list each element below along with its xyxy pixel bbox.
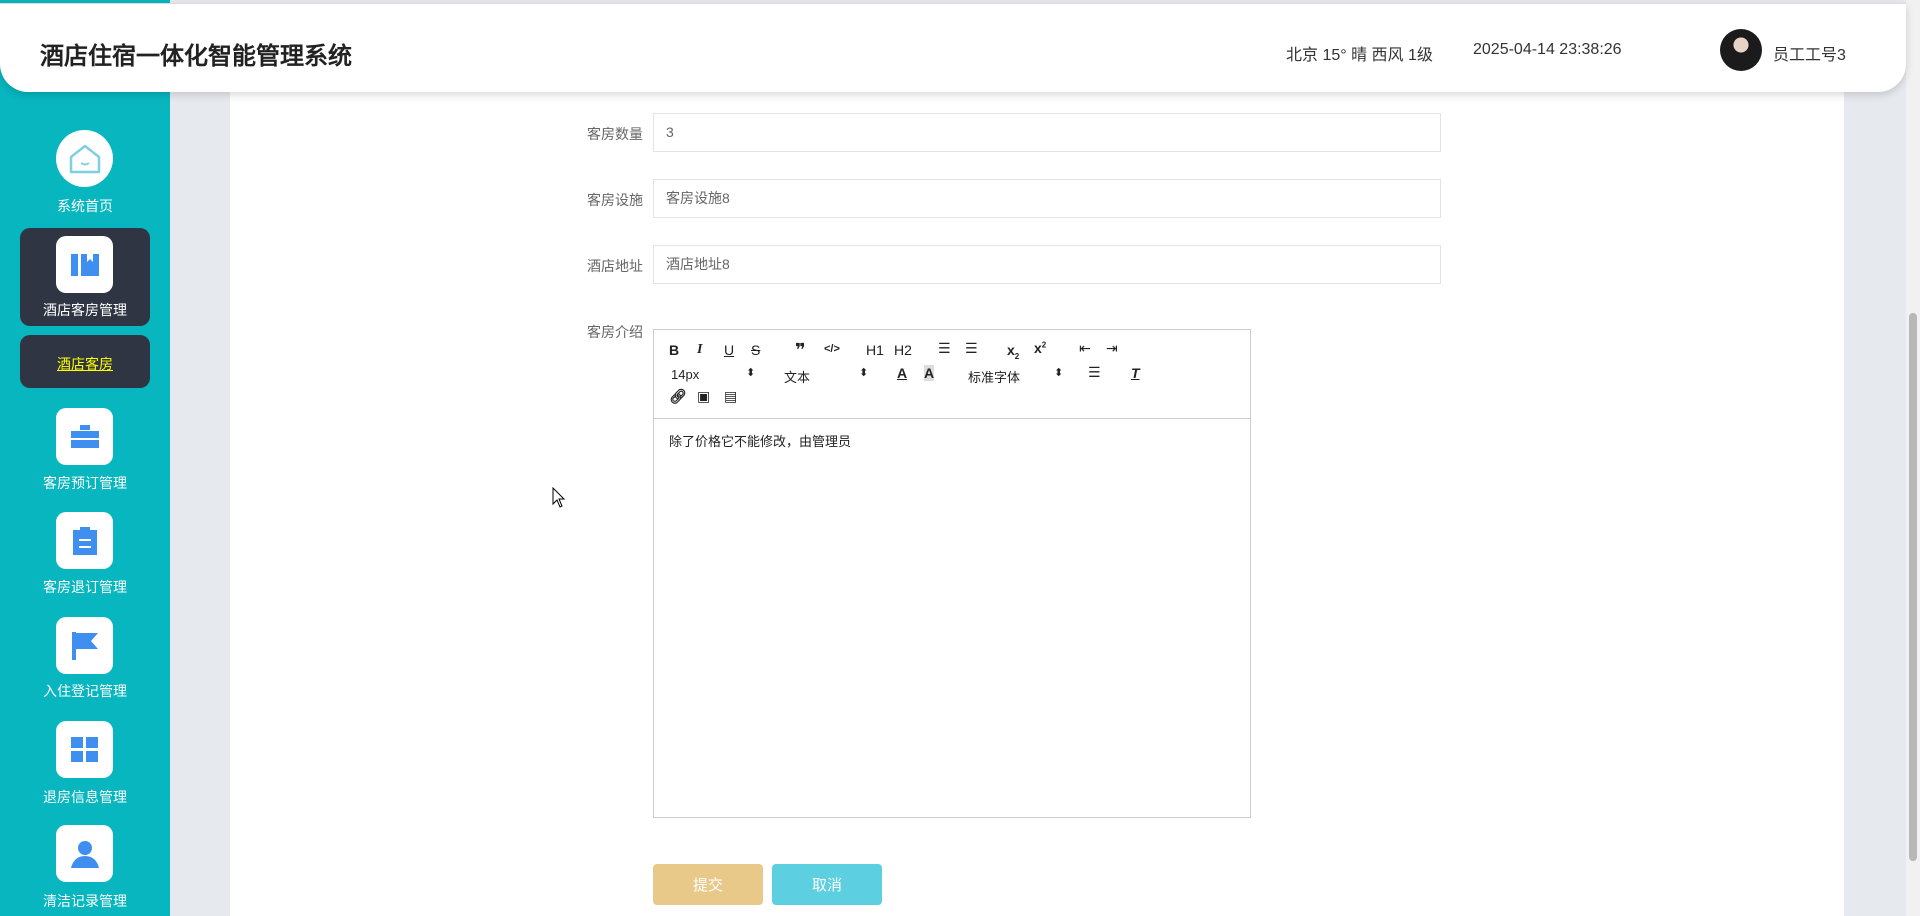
user-icon (56, 825, 113, 882)
submit-button[interactable]: 提交 (653, 864, 763, 905)
editor-content[interactable]: 除了价格它不能修改，由管理员 (654, 419, 1250, 462)
scrollbar[interactable] (1906, 0, 1920, 916)
indent-icon[interactable]: ⇥ (1106, 340, 1118, 357)
blockquote-icon[interactable]: ❞ (795, 340, 806, 361)
clear-format-icon[interactable]: T (1131, 365, 1140, 381)
heading-select[interactable]: 文本 (784, 367, 810, 386)
home-icon (56, 130, 113, 187)
briefcase-icon (56, 408, 113, 465)
book-icon (56, 236, 113, 293)
sidebar-item-label: 酒店客房管理 (43, 302, 127, 318)
app-title: 酒店住宿一体化智能管理系统 (40, 43, 352, 70)
outdent-icon[interactable]: ⇤ (1079, 340, 1091, 357)
ordered-list-icon[interactable]: ☰ (938, 340, 951, 357)
clipboard-icon (56, 512, 113, 569)
h1-button[interactable]: H1 (866, 342, 884, 358)
background-color-icon[interactable]: A (924, 365, 935, 381)
username[interactable]: 员工工号3 (1773, 41, 1846, 65)
datetime: 2025-04-14 23:38:26 (1473, 41, 1622, 58)
facilities-label: 客房设施 (587, 192, 643, 208)
scrollbar-thumb[interactable] (1909, 313, 1917, 861)
font-size-select[interactable]: 14px (671, 367, 699, 382)
superscript-icon[interactable]: x2 (1034, 340, 1046, 356)
sidebar-item-label: 入住登记管理 (43, 683, 127, 699)
h2-button[interactable]: H2 (894, 342, 912, 358)
chevron-updown-icon: ⬍ (746, 367, 756, 379)
grid-icon (56, 721, 113, 778)
weather-info: 北京 15° 晴 西风 1级 (1286, 47, 1433, 64)
address-input[interactable]: 酒店地址8 (653, 245, 1441, 284)
bold-icon[interactable]: B (669, 342, 679, 358)
italic-icon[interactable]: I (697, 342, 702, 358)
font-color-icon[interactable]: A (897, 365, 907, 381)
editor-toolbar: B I U S ❞ </> H1 H2 ☰ ☰ x2 x2 ⇤ ⇥ 14px ⬍… (654, 330, 1250, 419)
header: 酒店住宿一体化智能管理系统 北京 15° 晴 西风 1级 2025-04-14 … (0, 3, 1906, 92)
chevron-updown-icon: ⬍ (859, 367, 869, 379)
avatar[interactable] (1720, 29, 1762, 71)
bullet-list-icon[interactable]: ☰ (965, 340, 978, 357)
align-icon[interactable]: ☰ (1088, 364, 1101, 381)
sidebar: 系统首页 酒店客房管理 酒店客房 客房预订管理 客房退订管理 入住登记管理 退房… (0, 0, 170, 916)
room-count-label: 客房数量 (587, 126, 643, 142)
video-icon[interactable]: ▤ (724, 388, 737, 405)
cancel-button[interactable]: 取消 (772, 864, 882, 905)
flag-icon (56, 617, 113, 674)
mouse-cursor-icon (552, 486, 566, 514)
rich-text-editor: B I U S ❞ </> H1 H2 ☰ ☰ x2 x2 ⇤ ⇥ 14px ⬍… (653, 329, 1251, 818)
strikethrough-icon[interactable]: S (751, 342, 760, 358)
chevron-updown-icon: ⬍ (1054, 367, 1064, 379)
subscript-icon[interactable]: x2 (1007, 342, 1019, 361)
sidebar-item-label: 清洁记录管理 (43, 893, 127, 909)
sidebar-item-label: 退房信息管理 (43, 789, 127, 805)
sidebar-item-label: 系统首页 (57, 198, 113, 214)
underline-icon[interactable]: U (724, 342, 734, 358)
intro-label: 客房介绍 (587, 324, 643, 340)
code-icon[interactable]: </> (824, 343, 840, 355)
link-icon[interactable]: 🔗︎ (669, 388, 687, 405)
facilities-input[interactable]: 客房设施8 (653, 179, 1441, 218)
room-count-input[interactable]: 3 (653, 113, 1441, 152)
address-label: 酒店地址 (587, 258, 643, 274)
sidebar-item-label: 客房退订管理 (43, 579, 127, 595)
sidebar-subitem-hotel-rooms[interactable]: 酒店客房 (20, 354, 150, 374)
image-icon[interactable]: ▣ (697, 388, 710, 405)
font-family-select[interactable]: 标准字体 (968, 367, 1020, 386)
sidebar-item-label: 客房预订管理 (43, 475, 127, 491)
